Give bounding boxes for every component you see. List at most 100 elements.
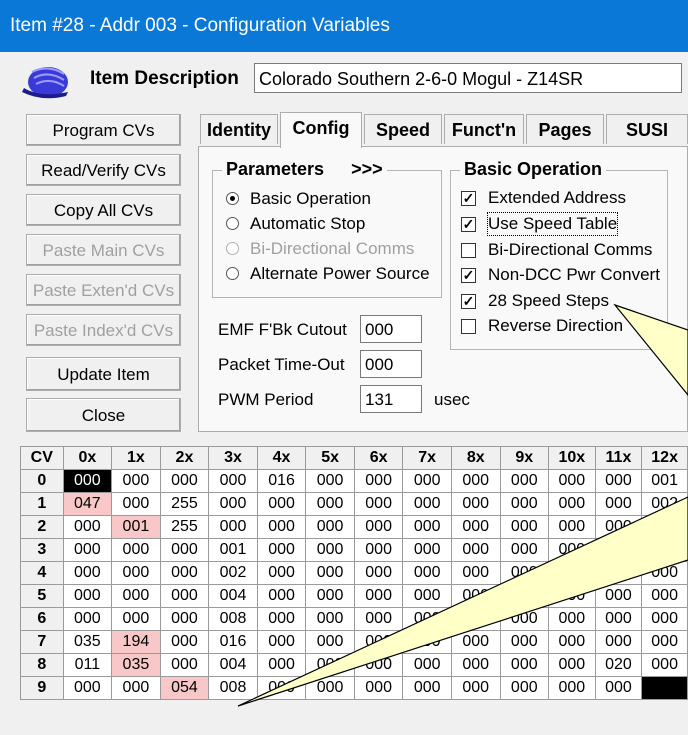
cv-cell[interactable]: 000 bbox=[159, 584, 210, 608]
cv-cell[interactable]: 000 bbox=[641, 630, 688, 654]
cv-cell[interactable]: 000 bbox=[548, 607, 596, 631]
cv-cell[interactable]: 000 bbox=[594, 676, 643, 700]
cv-cell[interactable]: 000 bbox=[305, 676, 355, 700]
cv-cell[interactable]: 000 bbox=[62, 515, 113, 539]
cv-cell[interactable]: 000 bbox=[111, 676, 161, 700]
parameters-more-button[interactable]: >>> bbox=[351, 159, 383, 179]
cv-cell[interactable]: 000 bbox=[353, 676, 404, 700]
paste-indexed-cvs-button[interactable]: Paste Index'd CVs bbox=[26, 314, 181, 346]
cv-cell[interactable]: 000 bbox=[594, 561, 643, 585]
cv-cell[interactable]: 000 bbox=[111, 584, 161, 608]
cv-cell[interactable]: 008 bbox=[208, 607, 258, 631]
cv-cell[interactable]: 000 bbox=[111, 469, 161, 493]
cv-cell[interactable]: 000 bbox=[499, 515, 550, 539]
cv-cell[interactable]: 000 bbox=[111, 538, 161, 562]
cv-cell[interactable]: 020 bbox=[594, 653, 643, 677]
cv-cell[interactable]: 000 bbox=[402, 607, 452, 631]
cv-cell[interactable]: 000 bbox=[594, 584, 643, 608]
paste-extended-cvs-button[interactable]: Paste Exten'd CVs bbox=[26, 274, 181, 306]
update-item-button[interactable]: Update Item bbox=[26, 357, 181, 391]
cv-cell[interactable]: 000 bbox=[450, 538, 501, 562]
checkbox-extended-address[interactable]: ✓ bbox=[461, 191, 476, 206]
emf-cutout-input[interactable]: 000 bbox=[360, 315, 422, 343]
cv-cell[interactable]: 000 bbox=[111, 607, 161, 631]
cv-cell[interactable]: 000 bbox=[548, 515, 596, 539]
cv-cell[interactable]: 000 bbox=[450, 607, 501, 631]
checkbox-use-speed-table[interactable]: ✓ bbox=[461, 217, 476, 232]
cv-cell[interactable]: 000 bbox=[305, 492, 355, 516]
cv-cell[interactable]: 001 bbox=[208, 538, 258, 562]
cv-cell[interactable]: 000 bbox=[641, 584, 688, 608]
cv-cell[interactable]: 000 bbox=[256, 584, 307, 608]
cv-cell[interactable]: 000 bbox=[548, 538, 596, 562]
cv-cell[interactable]: 000 bbox=[256, 630, 307, 654]
cv-cell[interactable]: 000 bbox=[353, 561, 404, 585]
cv-cell[interactable]: 000 bbox=[111, 492, 161, 516]
cv-cell[interactable]: 000 bbox=[402, 584, 452, 608]
cv-cell[interactable]: 000 bbox=[353, 607, 404, 631]
cv-cell[interactable]: 000 bbox=[159, 469, 210, 493]
tab-pages[interactable]: Pages bbox=[526, 114, 604, 144]
cv-cell[interactable]: 000 bbox=[499, 492, 550, 516]
cv-cell[interactable]: 000 bbox=[208, 469, 258, 493]
cv-cell[interactable]: 002 bbox=[641, 492, 688, 516]
cv-cell[interactable]: 047 bbox=[62, 492, 113, 516]
cv-cell[interactable]: 000 bbox=[305, 653, 355, 677]
cv-cell[interactable]: 000 bbox=[62, 469, 113, 493]
cv-cell[interactable]: 000 bbox=[548, 492, 596, 516]
cv-cell[interactable]: 000 bbox=[402, 492, 452, 516]
cv-cell[interactable]: 000 bbox=[594, 538, 643, 562]
copy-all-cvs-button[interactable]: Copy All CVs bbox=[26, 194, 181, 226]
cv-cell[interactable]: 000 bbox=[305, 607, 355, 631]
tab-config[interactable]: Config bbox=[280, 112, 362, 148]
cv-cell[interactable]: 000 bbox=[111, 561, 161, 585]
cv-cell[interactable]: 002 bbox=[208, 561, 258, 585]
read-verify-cvs-button[interactable]: Read/Verify CVs bbox=[26, 154, 181, 186]
cv-cell[interactable]: 000 bbox=[256, 676, 307, 700]
radio-basic-operation[interactable] bbox=[226, 192, 239, 205]
cv-cell[interactable]: 001 bbox=[111, 515, 161, 539]
cv-cell[interactable]: 000 bbox=[548, 630, 596, 654]
cv-cell[interactable]: 000 bbox=[499, 676, 550, 700]
cv-cell[interactable]: 000 bbox=[548, 584, 596, 608]
cv-cell[interactable]: 000 bbox=[62, 607, 113, 631]
checkbox-28-speed-steps[interactable]: ✓ bbox=[461, 294, 476, 309]
cv-cell[interactable]: 000 bbox=[402, 630, 452, 654]
cv-cell[interactable]: 000 bbox=[353, 653, 404, 677]
cv-cell[interactable]: 008 bbox=[208, 676, 258, 700]
cv-cell[interactable]: 000 bbox=[256, 515, 307, 539]
cv-cell[interactable]: 000 bbox=[159, 538, 210, 562]
cv-cell[interactable]: 194 bbox=[111, 630, 161, 654]
cv-cell[interactable]: 011 bbox=[62, 653, 113, 677]
paste-main-cvs-button[interactable]: Paste Main CVs bbox=[26, 234, 181, 266]
cv-cell[interactable]: 000 bbox=[499, 469, 550, 493]
radio-bi-directional-comms[interactable] bbox=[226, 242, 239, 255]
cv-cell[interactable]: 000 bbox=[159, 653, 210, 677]
cv-cell[interactable]: 000 bbox=[62, 538, 113, 562]
cv-cell[interactable]: 000 bbox=[594, 469, 643, 493]
cv-cell[interactable]: 000 bbox=[499, 653, 550, 677]
cv-cell[interactable]: 000 bbox=[353, 469, 404, 493]
cv-cell[interactable]: 001 bbox=[641, 469, 688, 493]
window-title-bar[interactable]: Item #28 - Addr 003 - Configuration Vari… bbox=[0, 0, 688, 52]
cv-cell[interactable]: 000 bbox=[305, 515, 355, 539]
cv-cell[interactable]: 000 bbox=[208, 492, 258, 516]
pwm-period-input[interactable]: 131 bbox=[360, 385, 422, 413]
tab-susi[interactable]: SUSI bbox=[606, 114, 688, 144]
cv-cell[interactable]: 000 bbox=[62, 561, 113, 585]
cv-cell[interactable]: 000 bbox=[499, 584, 550, 608]
cv-cell[interactable]: 000 bbox=[402, 538, 452, 562]
cv-cell[interactable]: 016 bbox=[208, 630, 258, 654]
cv-cell[interactable]: 054 bbox=[159, 676, 210, 700]
cv-cell[interactable]: 000 bbox=[450, 492, 501, 516]
cv-cell[interactable]: 000 bbox=[305, 538, 355, 562]
cv-cell[interactable]: 000 bbox=[353, 492, 404, 516]
cv-cell[interactable]: 000 bbox=[256, 538, 307, 562]
cv-cell[interactable]: 000 bbox=[594, 630, 643, 654]
cv-cell[interactable]: 000 bbox=[62, 676, 113, 700]
cv-cell[interactable]: 000 bbox=[256, 561, 307, 585]
cv-cell[interactable]: 000 bbox=[594, 492, 643, 516]
cv-cell[interactable]: 000 bbox=[62, 584, 113, 608]
cv-cell[interactable]: 000 bbox=[548, 561, 596, 585]
cv-cell[interactable]: 000 bbox=[450, 584, 501, 608]
